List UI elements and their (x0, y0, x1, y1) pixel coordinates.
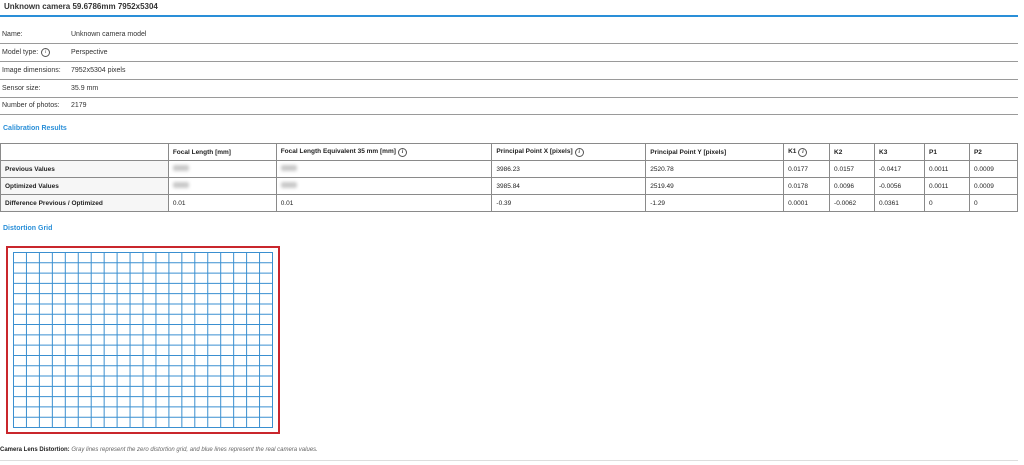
table-cell: 0.0177 (783, 160, 831, 178)
table-cell (167, 160, 277, 178)
table-cell: 0.0011 (923, 160, 970, 178)
info-icon[interactable]: i (574, 147, 584, 157)
property-label: Model type: i (2, 48, 51, 57)
property-label: Image dimensions: (2, 67, 61, 74)
table-cell: 0.01 (167, 194, 277, 212)
table-cell: 0.0009 (968, 160, 1019, 178)
property-label: Number of photos: (2, 102, 60, 109)
redacted-value (280, 165, 297, 171)
table-cell: 3985.84 (491, 177, 647, 195)
table-row: Previous Values 3986.23 2520.78 0.0177 0… (0, 160, 1019, 178)
redacted-value (172, 165, 189, 171)
property-value: Perspective (71, 49, 108, 56)
table-cell: 0.0011 (923, 177, 970, 195)
property-row-sensor-size: Sensor size: 35.9 mm (0, 80, 1018, 98)
table-cell: -0.0062 (829, 194, 876, 212)
table-cell: 0.0096 (829, 177, 876, 195)
page-title: Unknown camera 59.6786mm 7952x5304 (4, 2, 158, 11)
table-cell: 2519.49 (645, 177, 785, 195)
table-header-corner (0, 143, 169, 161)
row-label: Optimized Values (0, 177, 169, 195)
column-header: K3 (874, 143, 925, 161)
info-icon[interactable]: i (798, 147, 808, 157)
calibration-table: Focal Length [mm] Focal Length Equivalen… (0, 143, 1019, 212)
property-value: 2179 (71, 102, 87, 109)
property-row-model-type: Model type: i Perspective (0, 44, 1018, 62)
column-header: K1 i (783, 143, 831, 161)
row-label: Previous Values (0, 160, 169, 178)
column-header: P1 (923, 143, 970, 161)
property-label: Name: (2, 31, 23, 38)
table-cell: 0.0361 (874, 194, 925, 212)
caption-text: Gray lines represent the zero distortion… (71, 447, 318, 453)
property-row-number-of-photos: Number of photos: 2179 (0, 97, 1018, 115)
table-row: Optimized Values 3985.84 2519.49 0.0178 … (0, 177, 1019, 195)
property-row-name: Name: Unknown camera model (0, 26, 1018, 44)
table-cell: 0.0009 (968, 177, 1019, 195)
table-header-row: Focal Length [mm] Focal Length Equivalen… (0, 143, 1019, 161)
table-cell (275, 160, 493, 178)
info-icon[interactable]: i (41, 48, 51, 57)
redacted-value (280, 182, 297, 188)
column-header: Focal Length [mm] (167, 143, 277, 161)
table-cell (167, 177, 277, 195)
table-cell: 0.0157 (829, 160, 876, 178)
table-cell: -0.0417 (874, 160, 925, 178)
info-icon[interactable]: i (397, 147, 407, 157)
table-cell: 0 (968, 194, 1019, 212)
distortion-grid (13, 252, 273, 428)
table-cell (275, 177, 493, 195)
table-cell: 0.0001 (783, 194, 831, 212)
table-cell: -0.39 (491, 194, 647, 212)
distortion-grid-panel (6, 246, 280, 434)
table-cell: -0.0056 (874, 177, 925, 195)
calibration-section-title: Calibration Results (3, 125, 67, 132)
column-header: Principal Point X [pixels] i (491, 143, 647, 161)
column-header: K2 (829, 143, 876, 161)
table-cell: 3986.23 (491, 160, 647, 178)
column-header: Principal Point Y [pixels] (645, 143, 785, 161)
property-value: Unknown camera model (71, 31, 147, 38)
table-cell: 0.0178 (783, 177, 831, 195)
property-value: 7952x5304 pixels (71, 67, 126, 74)
column-header: P2 (968, 143, 1019, 161)
redacted-value (172, 182, 189, 188)
title-divider (0, 15, 1018, 17)
row-label: Difference Previous / Optimized (0, 194, 169, 212)
table-cell: -1.29 (645, 194, 785, 212)
distortion-caption: Camera Lens Distortion: Gray lines repre… (0, 447, 318, 453)
caption-label: Camera Lens Distortion: (0, 447, 70, 453)
table-cell: 0.01 (275, 194, 493, 212)
table-row: Difference Previous / Optimized 0.01 0.0… (0, 194, 1019, 212)
distortion-section-title: Distortion Grid (3, 225, 53, 232)
property-row-image-dimensions: Image dimensions: 7952x5304 pixels (0, 62, 1018, 80)
table-cell: 0 (923, 194, 970, 212)
property-value: 35.9 mm (71, 85, 99, 92)
property-label: Sensor size: (2, 85, 41, 92)
table-cell: 2520.78 (645, 160, 785, 178)
column-header: Focal Length Equivalent 35 mm [mm] i (275, 143, 493, 161)
bottom-divider (0, 460, 1018, 461)
